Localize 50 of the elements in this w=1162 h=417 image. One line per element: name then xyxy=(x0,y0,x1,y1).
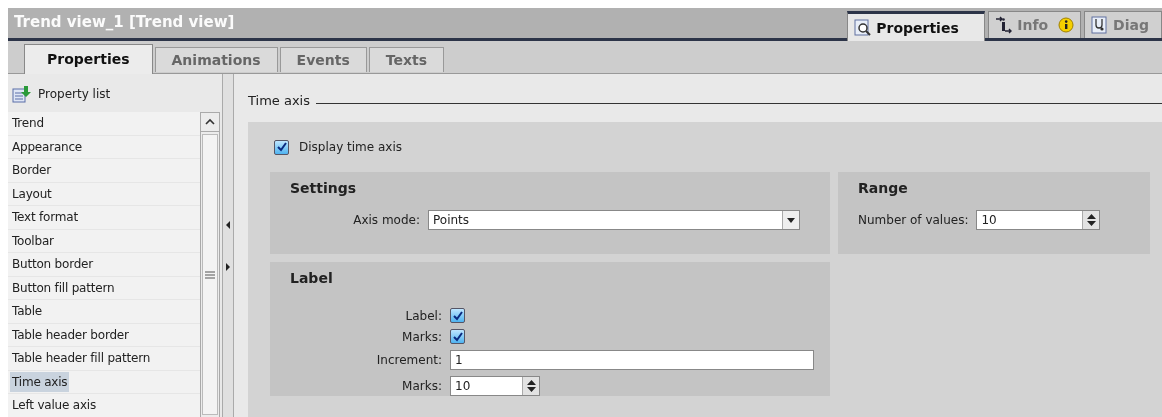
sidebar-item[interactable]: Table header fill pattern xyxy=(10,348,153,369)
group-title: Range xyxy=(858,180,909,198)
spin-arrows-icon[interactable] xyxy=(1087,214,1096,226)
spinner-field[interactable]: 10 xyxy=(976,210,1101,230)
tab[interactable]: Animations xyxy=(154,47,278,72)
spin-arrows-icon[interactable] xyxy=(526,380,536,392)
field-label: Label: xyxy=(404,308,442,323)
tab[interactable]: Texts xyxy=(368,47,444,72)
tab[interactable]: Events xyxy=(279,47,367,72)
spinner-field[interactable]: 10 xyxy=(450,376,540,396)
inspector-tab[interactable]: Properties xyxy=(847,11,986,41)
section-title: Time axis xyxy=(248,93,310,108)
collapse-left-icon[interactable] xyxy=(226,221,230,229)
sidebar-item[interactable]: Border xyxy=(10,160,54,181)
magnifier-icon xyxy=(854,18,873,37)
field-label: Number of values: xyxy=(858,213,969,227)
checkbox[interactable] xyxy=(450,329,465,344)
sidebar-item[interactable]: Button fill pattern xyxy=(10,277,117,298)
input-field[interactable]: 1 xyxy=(450,350,814,370)
group-title: Settings xyxy=(290,180,358,198)
sidebar-item[interactable]: Text format xyxy=(10,207,80,228)
sidebar-item[interactable]: Toolbar xyxy=(10,230,56,251)
group-title: Label xyxy=(290,270,334,288)
scroll-thumb[interactable] xyxy=(202,134,218,415)
checkbox[interactable] xyxy=(450,308,465,323)
expand-right-icon[interactable] xyxy=(226,263,230,271)
sidebar-item[interactable]: Appearance xyxy=(10,136,85,157)
sidebar-item[interactable]: Button border xyxy=(10,254,96,275)
field-label: Increment: xyxy=(375,353,442,367)
property-list-link[interactable]: Property list xyxy=(38,87,111,101)
grip-icon xyxy=(205,270,215,279)
window-title: Trend view_1 [Trend view] xyxy=(13,13,235,33)
sidebar-item[interactable]: Left value axis xyxy=(10,395,99,416)
field-label: Marks: xyxy=(401,379,442,393)
dropdown-arrow-icon[interactable] xyxy=(787,217,795,223)
field-label: Axis mode: xyxy=(352,213,420,227)
info-arrows-icon xyxy=(995,16,1014,34)
sidebar-item[interactable]: Table xyxy=(10,301,45,322)
list-icon xyxy=(12,85,32,103)
sidebar-item[interactable]: Layout xyxy=(10,183,54,204)
tab[interactable]: Properties xyxy=(24,44,153,74)
scrollbar[interactable] xyxy=(200,112,220,417)
checkbox[interactable] xyxy=(274,139,289,155)
field-label: Marks: xyxy=(401,329,442,344)
stethoscope-icon xyxy=(1091,16,1110,34)
sidebar-item[interactable]: Table header border xyxy=(10,324,131,345)
checkbox-label: Display time axis xyxy=(299,140,402,154)
dropdown[interactable]: Points xyxy=(428,210,800,230)
sidebar-item[interactable]: Time axis xyxy=(10,371,70,392)
sidebar-item[interactable]: Trend xyxy=(10,113,46,134)
